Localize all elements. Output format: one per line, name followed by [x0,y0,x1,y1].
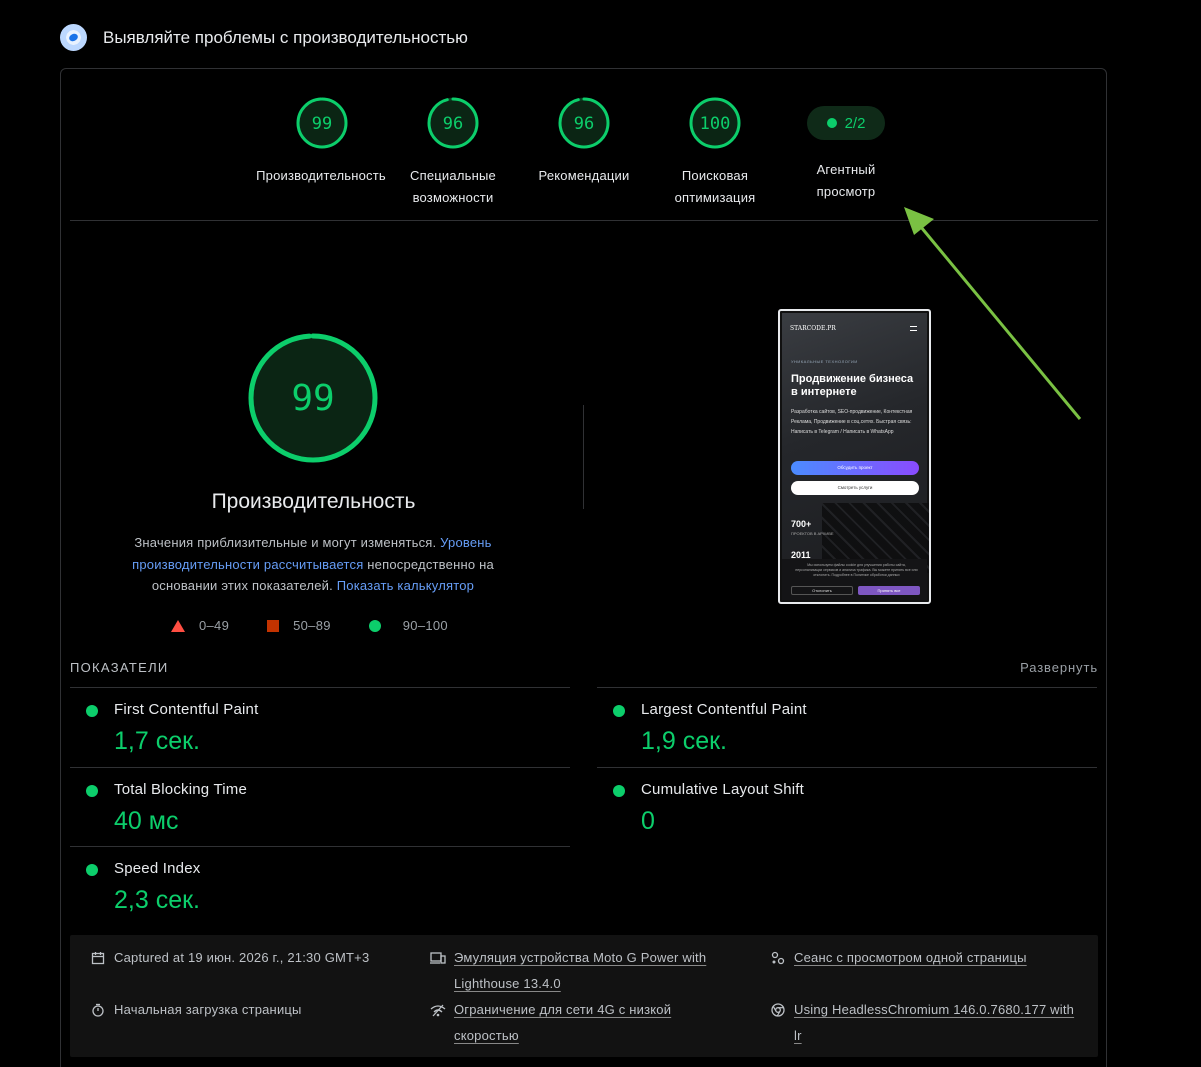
performance-title: Производительность [211,490,416,513]
device-emulation[interactable]: Эмуляция устройства Moto G Power with Lig… [430,945,706,997]
metric-value: 2,3 сек. [114,886,200,914]
hamburger-icon [910,326,917,331]
score-legend: 0–49 50–89 90–100 [171,618,486,633]
fail-triangle-icon [171,619,185,632]
report-header: Выявляйте проблемы с производительностью [60,24,468,51]
average-square-icon [267,619,280,632]
final-screenshot[interactable]: STARCODE.PR УНИКАЛЬНЫЕ ТЕХНОЛОГИИ Продви… [778,309,931,604]
section-separator [583,405,584,509]
gauge-label: Поисковая оптимизация [674,168,756,205]
runtime-settings: Captured at 19 июн. 2026 г., 21:30 GMT+3… [70,935,1098,1057]
gauge-ring: 99 [296,97,348,149]
gauge-score: 99 [312,114,332,134]
agentic-score-pill: 2/2 [807,106,885,140]
pass-dot-icon [86,785,98,797]
gauge-label: Рекомендации [538,168,630,183]
metric-name: First Contentful Paint [114,701,259,718]
performance-big-gauge: 99 [248,333,378,463]
gauge-label: Производительность [256,168,386,183]
calendar-icon [90,945,106,971]
session-icon [770,945,786,971]
legend-average: 50–89 [267,618,331,633]
metric-name: Total Blocking Time [114,781,248,798]
screenshot-button-secondary: Смотреть услуги [791,481,919,495]
gauge-ring: 100 [689,97,741,149]
metric-cls: Cumulative Layout Shift 0 [597,767,1097,847]
pass-dot-icon [613,705,625,717]
wifi-icon [430,997,446,1023]
gauges-divider [70,220,1098,221]
gauge-performance[interactable]: 99 Производительность [247,95,397,187]
legend-pass: 90–100 [368,618,448,633]
metric-value: 40 мс [114,807,179,835]
gauge-seo[interactable]: 100 Поисковая оптимизация [640,95,790,209]
stopwatch-icon [90,997,106,1023]
metrics-heading: ПОКАЗАТЕЛИ [70,660,169,675]
metric-value: 0 [641,807,655,835]
metric-si: Speed Index 2,3 сек. [70,846,570,926]
network-throttling[interactable]: Ограничение для сети 4G с низкой скорость… [430,997,671,1049]
chrome-icon [770,997,786,1023]
gauge-label: Специальные возможности [410,168,496,205]
pass-circle-icon [368,619,381,632]
performance-score: 99 [291,378,334,419]
screenshot-cookie-banner: Мы используем файлы cookie для улучшения… [782,559,927,600]
gauge-ring: 96 [558,97,610,149]
cookie-text: Мы используем файлы cookie для улучшения… [795,563,918,577]
screenshot-text: Разработка сайтов, SEO-продвижение, Конт… [791,409,913,435]
single-page-session[interactable]: Сеанс с просмотром одной страницы [770,945,1027,971]
cookie-accept: Принять все [858,586,920,595]
pass-dot-icon [826,118,837,128]
devices-icon [430,945,446,971]
gauge-ring: 96 [427,97,479,149]
performance-note: Значения приблизительные и могут изменят… [132,535,494,593]
metric-tbt: Total Blocking Time 40 мс [70,767,570,847]
metric-fcp: First Contentful Paint 1,7 сек. [70,687,570,767]
screenshot-button-primary: Обсудить проект [791,461,919,475]
pass-dot-icon [86,864,98,876]
report-card: 99 Производительность 96 Специальные возм… [60,68,1107,1067]
metrics-header: ПОКАЗАТЕЛИ Развернуть [70,660,1098,675]
metric-name: Largest Contentful Paint [641,701,807,718]
cookie-reject: Отклонить [791,586,853,595]
screenshot-heading: Продвижение бизнеса в интернете [791,373,914,398]
metric-value: 1,7 сек. [114,727,200,755]
metric-value: 1,9 сек. [641,727,727,755]
gauge-label: Агентный просмотр [816,162,876,199]
expand-toggle[interactable]: Развернуть [1020,660,1098,675]
screenshot-content: STARCODE.PR УНИКАЛЬНЫЕ ТЕХНОЛОГИИ Продви… [782,313,929,600]
legend-fail: 0–49 [171,618,229,633]
gauge-accessibility[interactable]: 96 Специальные возможности [378,95,528,209]
pass-dot-icon [86,705,98,717]
gauge-score: 2/2 [844,114,866,132]
lighthouse-report: Выявляйте проблемы с производительностью… [0,0,1201,1067]
gauge-best-practices[interactable]: 96 Рекомендации [509,95,659,187]
page-title: Выявляйте проблемы с производительностью [103,27,468,47]
gauge-score: 96 [574,114,594,134]
screenshot-stat: 700+ [791,519,812,529]
browser-version[interactable]: Using HeadlessChromium 146.0.7680.177 wi… [770,997,1074,1049]
show-calculator-link[interactable]: Показать калькулятор [337,578,474,593]
lighthouse-logo-icon [60,24,87,51]
metric-lcp: Largest Contentful Paint 1,9 сек. [597,687,1097,767]
pass-dot-icon [613,785,625,797]
gauge-score: 96 [443,114,463,134]
gauge-score: 100 [700,114,731,134]
captured-at: Captured at 19 июн. 2026 г., 21:30 GMT+3 [90,945,369,971]
screenshot-brand: STARCODE.PR [790,325,836,332]
screenshot-stat-label: ПРОЕКТОВ В АРХИВЕ [791,531,834,536]
metric-name: Cumulative Layout Shift [641,781,805,798]
metric-name: Speed Index [114,860,201,877]
screenshot-eyebrow: УНИКАЛЬНЫЕ ТЕХНОЛОГИИ [791,359,858,364]
category-gauges: 99 Производительность 96 Специальные возм… [61,95,1106,215]
gauge-agentic-browsing[interactable]: 2/2 Агентный просмотр [771,95,921,203]
initial-load: Начальная загрузка страницы [90,997,302,1023]
